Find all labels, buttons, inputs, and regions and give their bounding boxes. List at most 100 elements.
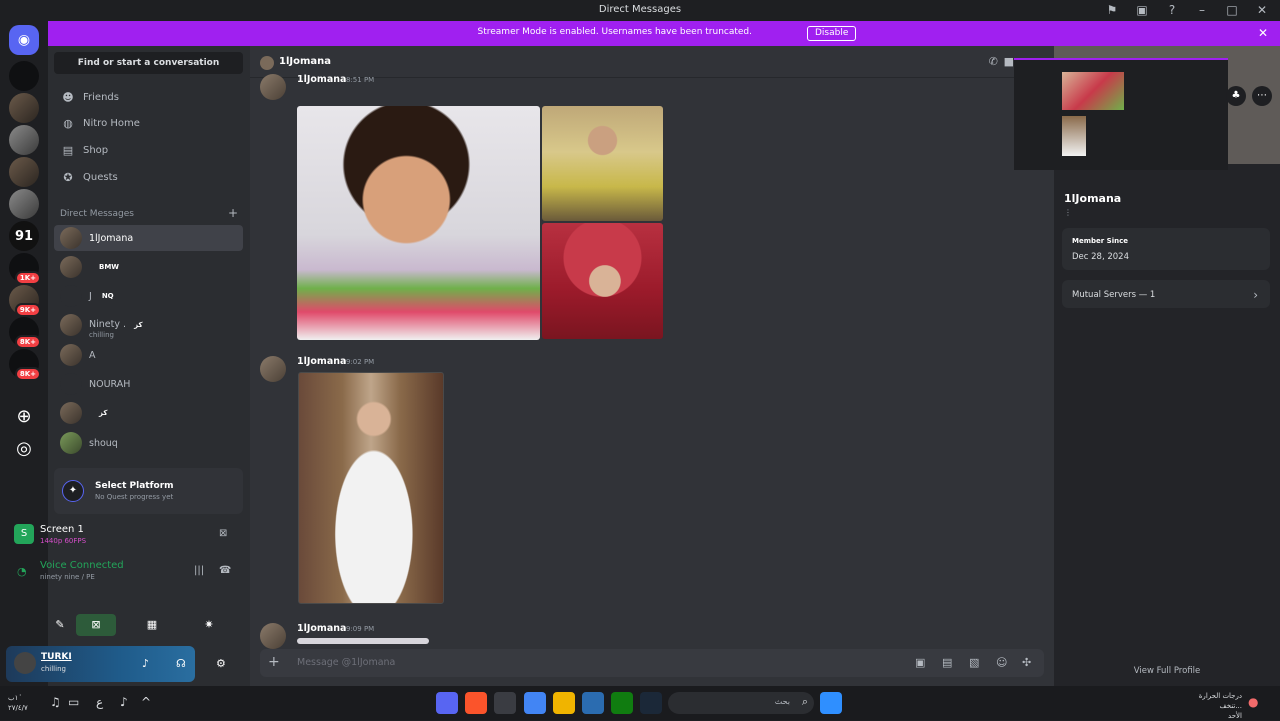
avatar[interactable] <box>260 74 286 100</box>
call-icon[interactable]: ✆ <box>989 55 998 68</box>
minimize-button[interactable]: – <box>1194 3 1210 17</box>
dm-item[interactable]: 1lJomana <box>54 225 243 251</box>
add-server-icon[interactable]: ⊕ <box>9 401 39 431</box>
banner-message: Streamer Mode is enabled. Usernames have… <box>477 27 753 37</box>
avatar[interactable] <box>260 356 286 382</box>
store-app-icon[interactable] <box>582 692 604 714</box>
discord-home-button[interactable]: ◉ <box>9 25 39 55</box>
mic-tray-icon[interactable]: ♪ <box>120 695 128 709</box>
app-icon[interactable] <box>494 692 516 714</box>
sticker-icon[interactable]: ▧ <box>969 656 979 669</box>
settings-gear-icon[interactable]: ⚙ <box>216 657 226 670</box>
gif-icon[interactable]: ▤ <box>942 656 952 669</box>
nav-nitro[interactable]: ◍ Nitro Home <box>54 111 243 135</box>
help-icon[interactable]: ? <box>1164 3 1180 17</box>
server-icon[interactable]: 1K+ <box>9 253 41 285</box>
gift-icon[interactable]: ▣ <box>915 656 925 669</box>
profile-sub: ⋮ <box>1064 208 1072 217</box>
camera-off-icon[interactable]: ✎ <box>40 614 80 636</box>
dm-item[interactable]: A <box>54 342 243 368</box>
discord-app-icon[interactable] <box>436 692 458 714</box>
nav-shop[interactable]: ▤ Shop <box>54 138 243 162</box>
maximize-button[interactable]: □ <box>1224 3 1240 17</box>
photo-attachment[interactable] <box>297 638 429 644</box>
avatar <box>60 285 82 307</box>
dm-item[interactable]: NOURAH <box>54 371 243 397</box>
message-author[interactable]: 1lJomana <box>297 356 346 367</box>
photo-attachment[interactable] <box>297 106 540 340</box>
video-attachment[interactable] <box>298 372 444 604</box>
server-icon[interactable] <box>9 157 39 187</box>
find-conversation-button[interactable]: Find or start a conversation <box>54 52 243 74</box>
nav-friends[interactable]: ☻ Friends <box>54 85 243 109</box>
message-author[interactable]: 1lJomana <box>297 623 346 634</box>
clock[interactable]: ١ٰب ٢٧/٤/٧ <box>8 693 28 713</box>
close-icon[interactable]: ✕ <box>1258 26 1268 40</box>
discover-icon[interactable]: ◎ <box>9 433 39 463</box>
activities-icon[interactable]: ▦ <box>132 614 172 636</box>
dm-name: Ninety . <box>89 318 126 330</box>
view-full-profile-link[interactable]: View Full Profile <box>1054 666 1280 676</box>
photo-attachment[interactable] <box>542 223 663 339</box>
inbox-icon[interactable]: ▣ <box>1134 3 1150 17</box>
stop-stream-icon[interactable]: ⊠ <box>219 528 227 539</box>
nav-quests[interactable]: ✪ Quests <box>54 165 243 189</box>
language-icon[interactable]: ع <box>96 695 103 709</box>
server-icon[interactable] <box>9 189 39 219</box>
close-window-button[interactable]: ✕ <box>1254 3 1270 17</box>
dm-item[interactable]: shouq <box>54 430 243 456</box>
dm-item[interactable]: كز <box>54 400 243 426</box>
emoji-icon[interactable]: ☺ <box>996 656 1007 669</box>
weather-widget[interactable]: درجات الحرارة تنخف... الأحد <box>1178 691 1242 721</box>
chrome-app-icon[interactable] <box>524 692 546 714</box>
add-friend-icon[interactable]: ♣ <box>1226 86 1246 106</box>
screen-share-button[interactable]: ⊠ <box>76 614 116 636</box>
soundboard-icon[interactable]: ✷ <box>189 614 229 636</box>
file-explorer-icon[interactable] <box>553 692 575 714</box>
server-icon[interactable]: 8K+ <box>9 349 41 381</box>
more-options-icon[interactable]: ⋯ <box>1252 86 1272 106</box>
mention-badge: 9K+ <box>14 303 41 317</box>
server-icon[interactable]: 91 <box>9 221 39 251</box>
quest-title: Select Platform <box>95 481 174 491</box>
server-icon[interactable] <box>9 125 39 155</box>
dm-item[interactable]: BMW <box>54 254 243 280</box>
message-composer[interactable]: + Message @1lJomana ▣ ▤ ▧ ☺ ✣ <box>260 649 1044 677</box>
video-icon[interactable]: ■ <box>1004 55 1014 68</box>
volume-icon[interactable]: ♫ <box>50 695 61 709</box>
xbox-app-icon[interactable] <box>611 692 633 714</box>
headphones-icon[interactable]: ☊ <box>176 657 186 670</box>
server-icon[interactable]: 9K+ <box>9 285 41 317</box>
brave-app-icon[interactable] <box>465 692 487 714</box>
chevron-up-icon[interactable]: ^ <box>141 695 151 709</box>
quest-card[interactable]: ✦ Select Platform No Quest progress yet <box>54 468 243 514</box>
photo-attachment[interactable] <box>542 106 663 221</box>
flag-icon[interactable]: ⚑ <box>1104 3 1120 17</box>
noise-suppression-icon[interactable]: ||| <box>194 565 204 576</box>
stream-quality: 1440p 60FPS <box>40 537 87 545</box>
steam-app-icon[interactable] <box>640 692 662 714</box>
dm-item[interactable]: J NQ <box>54 283 243 309</box>
network-icon[interactable]: ▭ <box>68 695 79 709</box>
disconnect-icon[interactable]: ☎ <box>219 565 231 576</box>
apps-icon[interactable]: ✣ <box>1022 656 1031 669</box>
mutual-servers-row[interactable]: Mutual Servers — 1 › <box>1062 280 1270 308</box>
server-rail: ◉ 91 1K+ 9K+ 8K+ 8K+ ⊕ ◎ <box>0 21 48 686</box>
windows-start-icon[interactable] <box>820 692 842 714</box>
avatar[interactable] <box>14 652 36 674</box>
attach-plus-icon[interactable]: + <box>268 654 280 670</box>
dm-item[interactable]: Ninety . كز chilling <box>54 312 243 339</box>
member-since-card: Member Since Dec 28, 2024 <box>1062 228 1270 270</box>
microphone-icon[interactable]: ♪ <box>142 657 149 670</box>
server-icon[interactable]: 8K+ <box>9 317 41 349</box>
server-icon[interactable] <box>9 93 39 123</box>
taskbar-search[interactable]: بحث ⌕ <box>668 692 814 714</box>
create-dm-icon[interactable]: + <box>228 206 238 220</box>
server-icon[interactable] <box>9 61 39 91</box>
dm-sidebar: Find or start a conversation ☻ Friends ◍… <box>48 46 250 686</box>
dm-name: 1lJomana <box>89 232 134 244</box>
disable-streamer-button[interactable]: Disable <box>807 26 857 41</box>
dm-section-header: Direct Messages <box>60 209 134 219</box>
avatar[interactable] <box>260 623 286 649</box>
message-author[interactable]: 1lJomana <box>297 74 346 85</box>
